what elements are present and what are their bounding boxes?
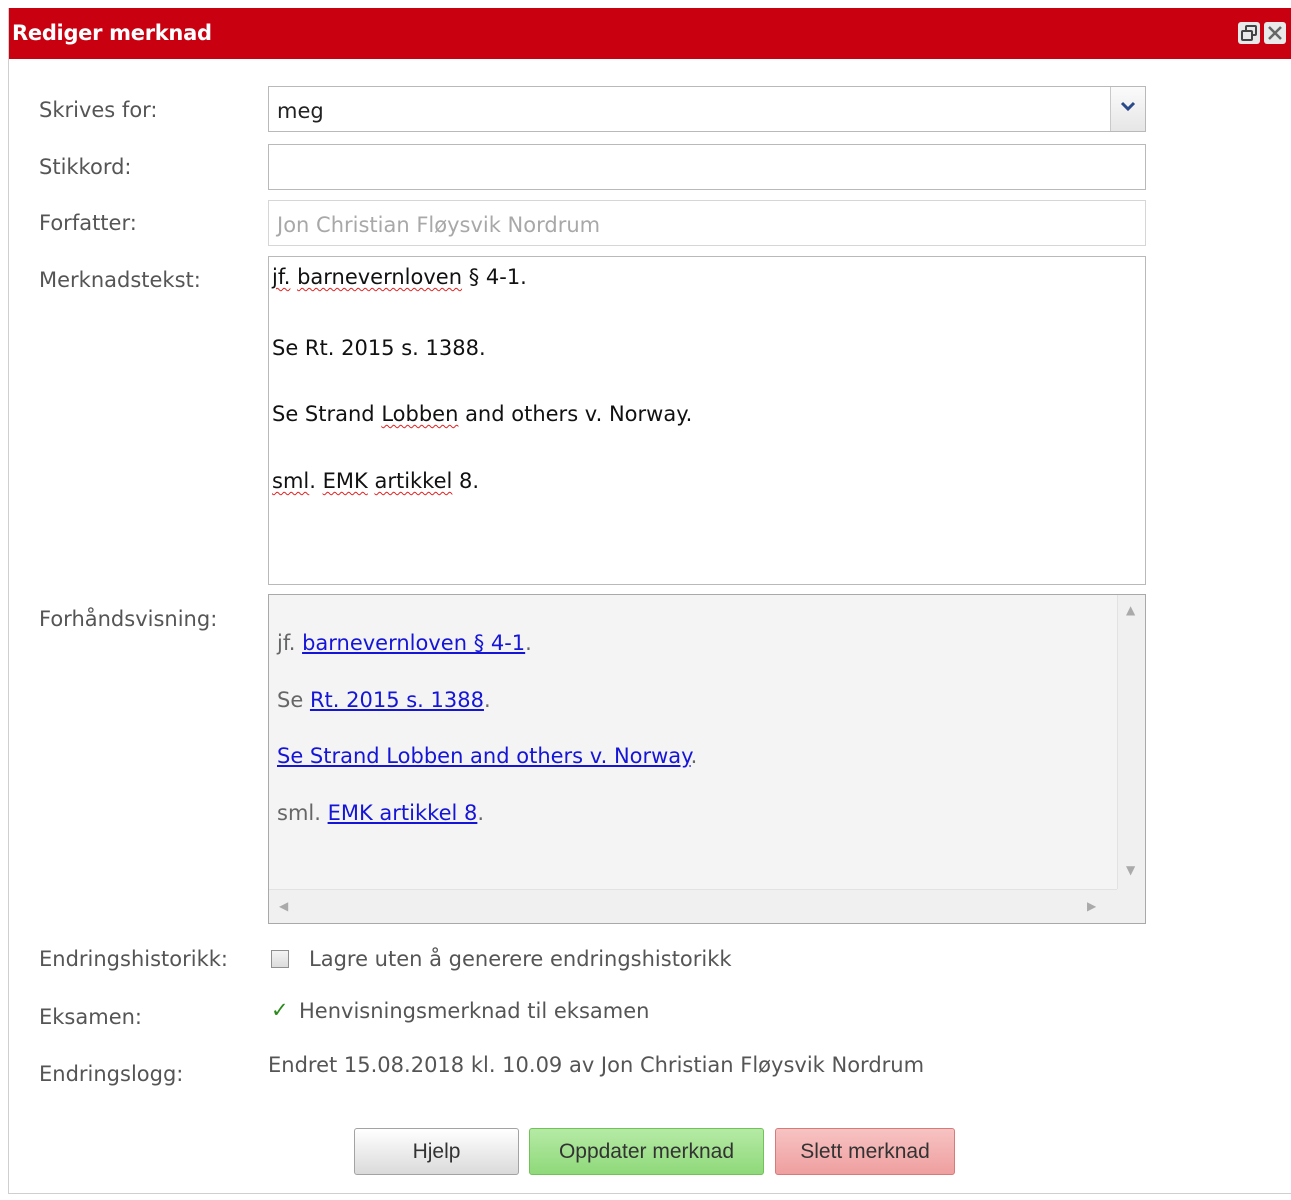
preview-pane: jf. barnevernloven § 4-1. Se Rt. 2015 s.…: [268, 594, 1146, 924]
checkmark-icon: ✓: [271, 998, 289, 1022]
help-button[interactable]: Hjelp: [354, 1128, 519, 1175]
textarea-line-4: sml. EMK artikkel 8.: [272, 469, 480, 493]
preview-link-strand-lobben[interactable]: Se Strand Lobben and others v. Norway: [277, 744, 691, 768]
preview-link-emk[interactable]: EMK artikkel 8: [328, 801, 478, 825]
restore-icon[interactable]: [1238, 22, 1260, 44]
preview-vertical-scrollbar[interactable]: ▲ ▼: [1117, 595, 1145, 889]
scroll-down-icon[interactable]: ▼: [1126, 863, 1135, 877]
skrives-for-label: Skrives for:: [39, 98, 158, 122]
endringslogg-label: Endringslogg:: [39, 1062, 184, 1086]
textarea-line-2: Se Rt. 2015 s. 1388.: [272, 336, 486, 360]
merknadstekst-textarea[interactable]: jf. barnevernloven § 4-1. Se Rt. 2015 s.…: [268, 256, 1146, 585]
textarea-line-1: jf. barnevernloven § 4-1.: [272, 265, 527, 289]
close-icon[interactable]: [1264, 22, 1286, 44]
preview-horizontal-scrollbar[interactable]: ◀ ▶: [269, 889, 1117, 923]
skrives-for-select[interactable]: meg: [268, 86, 1146, 132]
forhandsvisning-label: Forhåndsvisning:: [39, 607, 218, 631]
no-history-checkbox[interactable]: [271, 950, 289, 968]
scroll-left-icon[interactable]: ◀: [279, 899, 288, 913]
eksamen-label: Eksamen:: [39, 1005, 143, 1029]
update-note-button[interactable]: Oppdater merknad: [529, 1128, 764, 1175]
merknadstekst-label: Merknadstekst:: [39, 268, 201, 292]
preview-line-1: jf. barnevernloven § 4-1.: [277, 631, 532, 655]
endringshistorikk-label: Endringshistorikk:: [39, 947, 228, 971]
preview-link-rt[interactable]: Rt. 2015 s. 1388: [310, 688, 484, 712]
forfatter-value: Jon Christian Fløysvik Nordrum: [277, 213, 601, 237]
scrollbar-corner: [1117, 889, 1145, 923]
chevron-down-icon[interactable]: [1110, 87, 1145, 131]
endringslogg-value: Endret 15.08.2018 kl. 10.09 av Jon Chris…: [268, 1053, 925, 1077]
no-history-checkbox-label[interactable]: Lagre uten å generere endringshistorikk: [309, 947, 732, 971]
preview-link-barnevernloven[interactable]: barnevernloven § 4-1: [302, 631, 525, 655]
delete-note-button[interactable]: Slett merknad: [775, 1128, 955, 1175]
stikkord-input[interactable]: [268, 144, 1146, 190]
dialog-title: Rediger merknad: [12, 21, 212, 45]
forfatter-label: Forfatter:: [39, 211, 137, 235]
scroll-up-icon[interactable]: ▲: [1126, 603, 1135, 617]
preview-line-3: Se Strand Lobben and others v. Norway.: [277, 744, 698, 768]
stikkord-label: Stikkord:: [39, 155, 132, 179]
edit-note-dialog: Rediger merknad Skrives for: meg Stikkor…: [8, 8, 1291, 1194]
eksamen-value: Henvisningsmerknad til eksamen: [299, 999, 650, 1023]
skrives-for-value: meg: [277, 99, 324, 123]
preview-line-4: sml. EMK artikkel 8.: [277, 801, 485, 825]
preview-line-2: Se Rt. 2015 s. 1388.: [277, 688, 491, 712]
textarea-line-3: Se Strand Lobben and others v. Norway.: [272, 402, 693, 426]
forfatter-field: Jon Christian Fløysvik Nordrum: [268, 200, 1146, 246]
scroll-right-icon[interactable]: ▶: [1087, 899, 1096, 913]
title-bar[interactable]: Rediger merknad: [9, 8, 1291, 59]
